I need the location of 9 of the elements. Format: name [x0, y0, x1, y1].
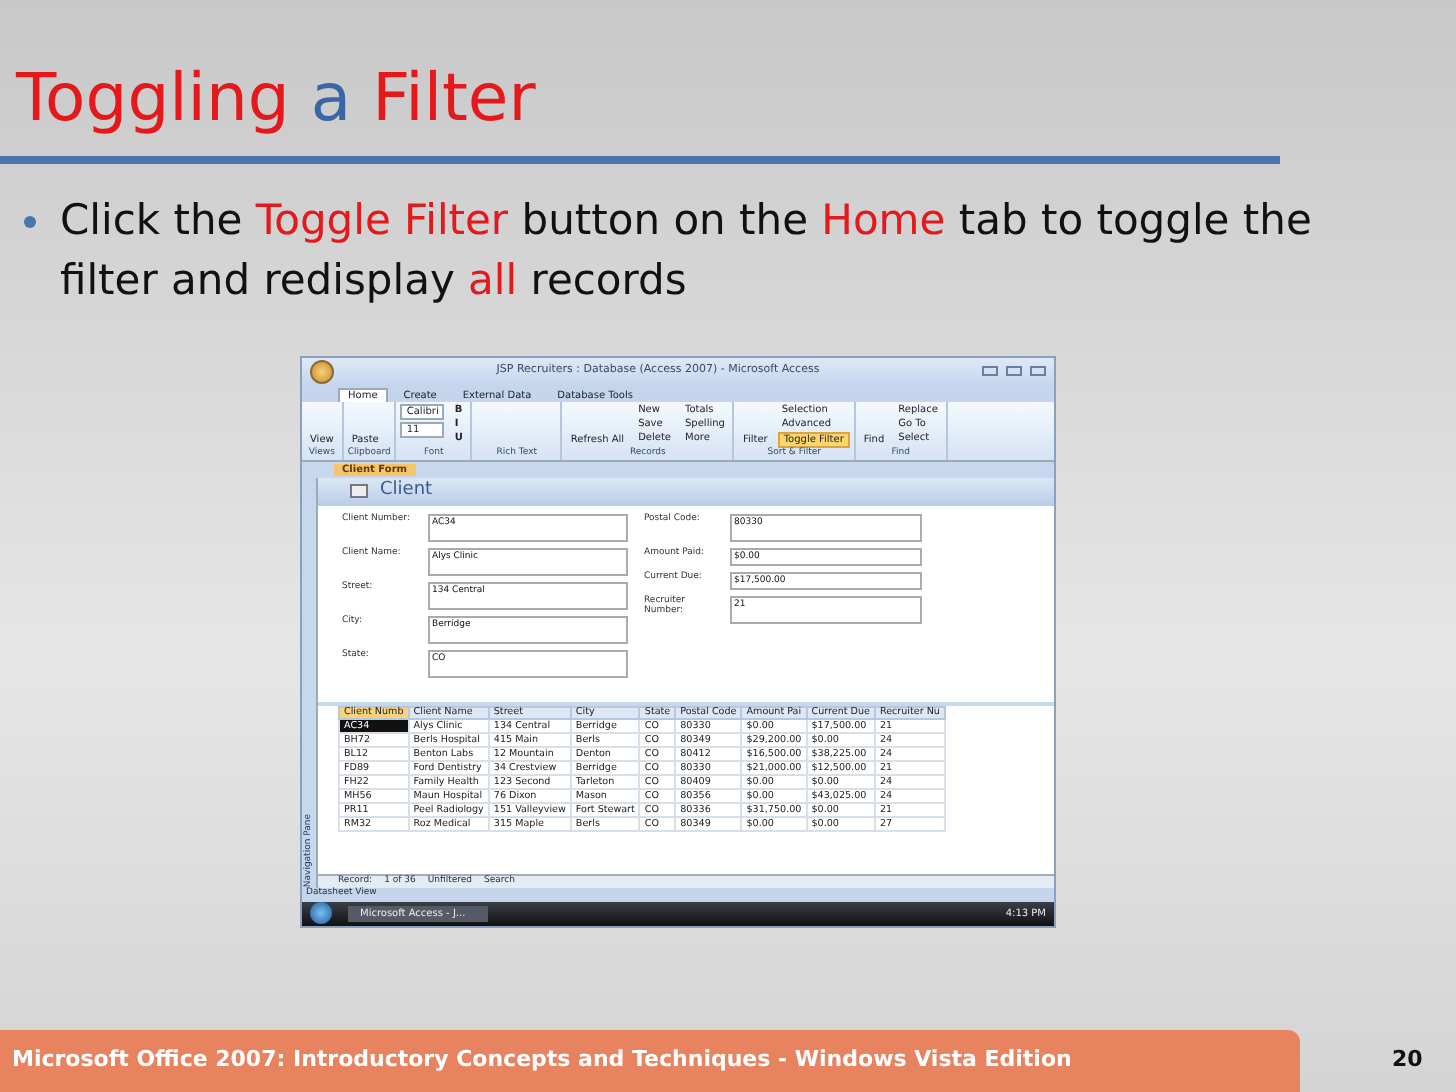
office-button-icon[interactable]: [310, 359, 334, 384]
start-button[interactable]: [310, 902, 332, 925]
slide-title: Toggling a Filter: [13, 56, 538, 130]
bullet-icon: [24, 216, 36, 228]
bullet-text: Click the Toggle Filter button on the Home tab to toggle the filter and redisplay all records: [60, 194, 1314, 308]
form-icon: [350, 484, 368, 499]
page-number: 20: [1392, 1044, 1423, 1077]
form-title: Client: [380, 480, 433, 503]
footer-text: Microsoft Office 2007: Introductory Concepts and Techniques - Windows Vista Edition: [12, 1044, 1072, 1077]
